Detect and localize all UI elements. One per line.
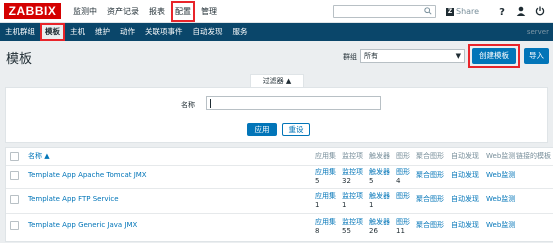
graphs-link[interactable]: 图形 [396, 168, 410, 176]
templates-table: 名称 ▲ 应用集 监控项 触发器 图形 聚合图形 自动发现 Web监测 链接的模… [5, 147, 553, 242]
column-graphs: 图形 [396, 152, 410, 160]
zabbix-logo[interactable]: ZABBIX [4, 3, 61, 19]
applications-link[interactable]: 应用集 [315, 168, 336, 176]
server-name: server [526, 28, 549, 36]
items-link[interactable]: 监控项 [342, 168, 363, 176]
template-name-link[interactable]: Template App Apache Tomcat JMX [28, 171, 147, 180]
applications-count: 5 [315, 177, 320, 185]
sub-menu-host-groups[interactable]: 主机群组 [0, 23, 40, 41]
main-menu: 监测中 资产记录 报表 配置 管理 [68, 0, 222, 23]
page-header: 模板 群组 所有 ▼ 创建模板 导入 [0, 41, 553, 72]
table-row: Template App FTP Service 应用集 监控项 触发器 图形 … [6, 188, 553, 213]
template-name-link[interactable]: Template App Generic Java JMX [28, 221, 137, 230]
column-items: 监控项 [342, 152, 363, 160]
sub-menu-maintenance[interactable]: 维护 [90, 23, 115, 41]
sub-menu-discovery[interactable]: 自动发现 [188, 23, 228, 41]
filter-tab[interactable]: 过滤器 ▲ [250, 74, 304, 88]
discovery-link[interactable]: 自动发现 [451, 171, 479, 179]
filter-panel: 名称 应用 重设 [5, 87, 548, 143]
group-select-value: 所有 [364, 52, 378, 60]
select-all-checkbox[interactable] [10, 152, 19, 161]
reset-button[interactable]: 重设 [282, 123, 310, 136]
top-bar: ZABBIX 监测中 资产记录 报表 配置 管理 Z Share ? [0, 0, 553, 23]
page-title: 模板 [6, 52, 33, 67]
items-link[interactable]: 监控项 [342, 218, 363, 226]
sub-menu-templates[interactable]: 模板 [40, 23, 65, 41]
graphs-link[interactable]: 图形 [396, 218, 410, 226]
menu-inventory[interactable]: 资产记录 [102, 0, 144, 23]
column-linked-templates: 链接的模板 [516, 152, 551, 160]
sub-menu-bar: 主机群组 模板 主机 维护 动作 关联项事件 自动发现 服务 server [0, 23, 553, 41]
column-discovery: 自动发现 [451, 152, 479, 160]
web-link[interactable]: Web监测 [486, 221, 515, 229]
sub-menu-services[interactable]: 服务 [228, 23, 253, 41]
web-link[interactable]: Web监测 [486, 171, 515, 179]
apply-button[interactable]: 应用 [247, 123, 277, 136]
discovery-link[interactable]: 自动发现 [451, 195, 479, 203]
triggers-count: 5 [369, 177, 374, 185]
menu-configuration[interactable]: 配置 [170, 0, 196, 23]
row-checkbox[interactable] [10, 195, 19, 204]
table-row: Template App Generic Java JMX 应用集 监控项 触发… [6, 213, 553, 243]
triggers-link[interactable]: 触发器 [369, 218, 390, 226]
share-badge-icon: Z [446, 7, 454, 16]
screens-link[interactable]: 聚合图形 [416, 221, 444, 229]
discovery-link[interactable]: 自动发现 [451, 221, 479, 229]
items-count: 1 [342, 201, 347, 209]
sub-menu-actions[interactable]: 动作 [115, 23, 140, 41]
logout-icon[interactable] [535, 6, 545, 16]
applications-link[interactable]: 应用集 [315, 192, 336, 200]
filter-name-input[interactable] [206, 96, 381, 110]
graphs-count: 11 [396, 227, 405, 235]
triggers-link[interactable]: 触发器 [369, 168, 390, 176]
column-web: Web监测 [486, 152, 516, 160]
dropdown-arrow-icon: ▼ [455, 52, 461, 60]
global-search-input[interactable] [333, 5, 436, 18]
screens-link[interactable]: 聚合图形 [416, 195, 444, 203]
items-count: 32 [342, 177, 351, 185]
sub-menu: 主机群组 模板 主机 维护 动作 关联项事件 自动发现 服务 [0, 23, 253, 41]
column-name[interactable]: 名称 ▲ [28, 148, 50, 165]
group-select[interactable]: 所有 ▼ [360, 49, 465, 63]
user-profile-icon[interactable] [516, 6, 526, 16]
triggers-count: 1 [369, 201, 374, 209]
filter-name-label: 名称 [181, 101, 195, 109]
items-count: 55 [342, 227, 351, 235]
search-icon[interactable] [424, 7, 432, 15]
items-link[interactable]: 监控项 [342, 192, 363, 200]
triggers-count: 26 [369, 227, 378, 235]
menu-reports[interactable]: 报表 [144, 0, 170, 23]
sub-menu-hosts[interactable]: 主机 [65, 23, 90, 41]
menu-monitoring[interactable]: 监测中 [68, 0, 102, 23]
share-label: Share [456, 7, 480, 16]
share-link[interactable]: Z Share [446, 5, 479, 18]
sub-menu-event-correlation[interactable]: 关联项事件 [140, 23, 188, 41]
svg-text:?: ? [499, 7, 505, 16]
triggers-link[interactable]: 触发器 [369, 192, 390, 200]
column-applications: 应用集 [315, 152, 336, 160]
row-checkbox[interactable] [10, 221, 19, 230]
graphs-link[interactable]: 图形 [396, 192, 410, 200]
template-name-link[interactable]: Template App FTP Service [28, 195, 119, 204]
applications-count: 1 [315, 201, 320, 209]
applications-link[interactable]: 应用集 [315, 218, 336, 226]
table-row: Template App Apache Tomcat JMX 应用集 监控项 触… [6, 165, 553, 188]
menu-administration[interactable]: 管理 [196, 0, 222, 23]
web-link[interactable]: Web监测 [486, 195, 515, 203]
import-button[interactable]: 导入 [524, 48, 549, 64]
row-checkbox[interactable] [10, 171, 19, 180]
screens-link[interactable]: 聚合图形 [416, 171, 444, 179]
applications-count: 8 [315, 227, 320, 235]
create-template-button[interactable]: 创建模板 [472, 48, 516, 64]
column-screens: 聚合图形 [416, 152, 444, 160]
help-icon[interactable]: ? [497, 6, 507, 16]
column-triggers: 触发器 [369, 152, 390, 160]
graphs-count: 4 [396, 177, 401, 185]
group-filter-label: 群组 [343, 53, 357, 61]
text-cursor [210, 99, 211, 108]
